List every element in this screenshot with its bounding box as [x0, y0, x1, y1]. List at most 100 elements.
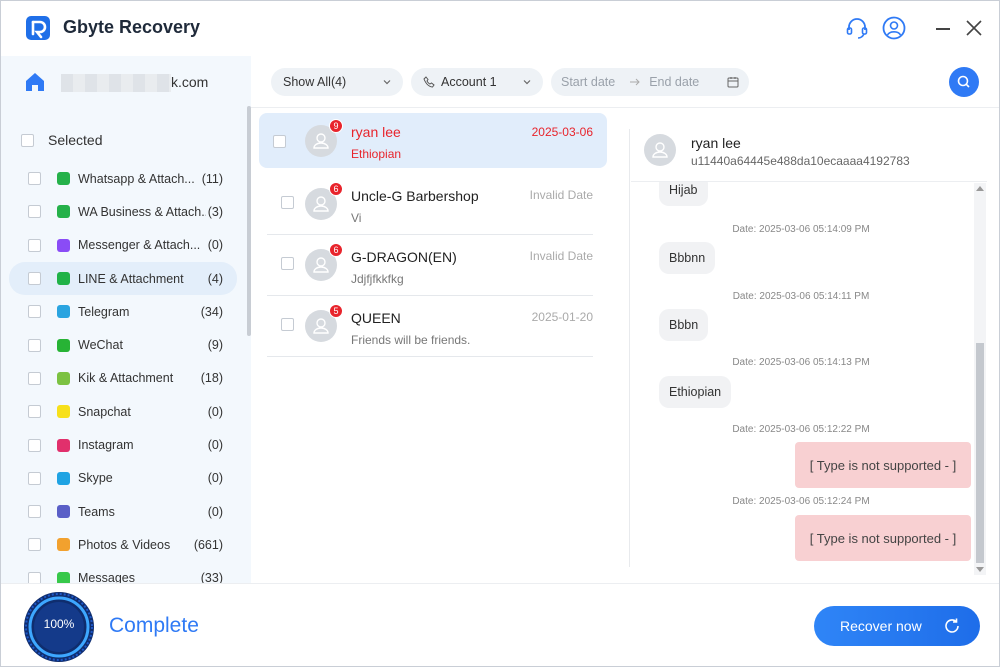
message-date: Date: 2025-03-06 05:14:09 PM — [732, 224, 870, 235]
item-checkbox[interactable] — [28, 272, 41, 286]
wechat-icon — [57, 338, 70, 352]
recover-now-button[interactable]: Recover now — [814, 606, 980, 646]
sidebar-item-label: Instagram — [78, 438, 134, 453]
sidebar-item-count: (11) — [201, 171, 223, 186]
item-checkbox[interactable] — [28, 338, 41, 352]
item-checkbox[interactable] — [28, 471, 41, 485]
show-all-dropdown[interactable]: Show All(4) — [271, 68, 403, 96]
sidebar-scrollbar[interactable] — [247, 106, 251, 336]
sidebar-item-messages[interactable]: Messages (33) — [9, 562, 237, 583]
chat-row[interactable]: 6 Uncle-G Barbershop Vi Invalid Date — [267, 174, 593, 235]
calendar-icon[interactable] — [727, 76, 739, 88]
sidebar-item-label: Skype — [78, 471, 113, 486]
chat-row[interactable]: 5 QUEEN Friends will be friends. 2025-01… — [267, 296, 593, 357]
sidebar-item-photos[interactable]: Photos & Videos (661) — [9, 528, 237, 561]
sidebar-item-label: Photos & Videos — [78, 537, 171, 552]
sidebar-item-label: Telegram — [78, 304, 130, 319]
avatar — [644, 134, 676, 166]
message-date: Date: 2025-03-06 05:12:24 PM — [732, 496, 870, 507]
sidebar-item-label: Messenger & Attach... — [78, 238, 201, 253]
scan-status: Complete — [109, 614, 199, 637]
item-checkbox[interactable] — [28, 571, 41, 583]
item-checkbox[interactable] — [28, 538, 41, 552]
chat-name: G-DRAGON(EN) — [351, 249, 457, 265]
sidebar-item-line[interactable]: LINE & Attachment (4) — [9, 261, 237, 296]
date-range-picker[interactable]: Start date End date — [551, 68, 749, 96]
item-checkbox[interactable] — [28, 305, 41, 319]
chat-checkbox[interactable] — [273, 135, 286, 148]
unread-badge: 6 — [329, 182, 343, 196]
item-checkbox[interactable] — [28, 238, 41, 252]
message-bubble-in: Ethiopian — [659, 376, 732, 408]
item-checkbox[interactable] — [28, 505, 41, 519]
snapchat-icon — [57, 405, 70, 419]
pane-divider — [629, 129, 630, 567]
sidebar-item-wa-business[interactable]: WA Business & Attach... (3) — [9, 195, 237, 228]
item-checkbox[interactable] — [28, 172, 41, 186]
search-icon — [957, 75, 970, 88]
sidebar-item-instagram[interactable]: Instagram (0) — [9, 428, 237, 461]
close-icon[interactable] — [963, 17, 985, 39]
category-list: Whatsapp & Attach... (11) WA Business & A… — [9, 162, 237, 583]
chat-row[interactable]: 9 ryan lee Ethiopian 2025-03-06 — [259, 113, 607, 168]
sidebar-item-count: (0) — [207, 404, 223, 419]
account-label: Account 1 — [441, 75, 497, 89]
photos-icon — [57, 538, 70, 552]
kik-icon — [57, 371, 70, 385]
account-dropdown[interactable]: Account 1 — [411, 68, 543, 96]
chat-checkbox[interactable] — [281, 257, 294, 270]
chat-name: Uncle-G Barbershop — [351, 188, 479, 204]
select-all-checkbox[interactable] — [21, 133, 34, 147]
scroll-down-icon[interactable] — [976, 567, 984, 573]
start-date-input[interactable]: Start date — [561, 75, 615, 89]
sidebar-item-skype[interactable]: Skype (0) — [9, 462, 237, 495]
sidebar-item-label: Snapchat — [78, 404, 131, 419]
chat-checkbox[interactable] — [281, 196, 294, 209]
sidebar-item-count: (0) — [207, 238, 223, 253]
home-icon[interactable] — [23, 70, 47, 94]
item-checkbox[interactable] — [28, 371, 41, 385]
sidebar: k.com Selected Whatsapp & Attach... (11) … — [1, 56, 251, 583]
item-checkbox[interactable] — [28, 205, 41, 219]
minimize-button[interactable] — [933, 17, 953, 39]
sidebar-item-kik[interactable]: Kik & Attachment (18) — [9, 362, 237, 395]
app-window: Gbyte Recovery k.com Selected Whatsapp &… — [0, 0, 1000, 667]
sidebar-item-label: Whatsapp & Attach... — [78, 171, 195, 186]
messages-icon — [57, 571, 70, 583]
chat-row[interactable]: 6 G-DRAGON(EN) Jdjfjfkkfkg Invalid Date — [267, 235, 593, 296]
search-button[interactable] — [949, 67, 979, 97]
message-thread[interactable]: Hijab Date: 2025-03-06 05:14:09 PM Bbbnn… — [631, 181, 987, 576]
sidebar-item-wechat[interactable]: WeChat (9) — [9, 328, 237, 361]
sidebar-item-messenger[interactable]: Messenger & Attach... (0) — [9, 229, 237, 262]
sidebar-item-count: (0) — [207, 471, 223, 486]
user-account-icon[interactable] — [881, 15, 907, 41]
select-all-row[interactable]: Selected — [21, 130, 102, 150]
end-date-input[interactable]: End date — [649, 75, 699, 89]
sidebar-item-count: (34) — [200, 304, 223, 319]
sidebar-item-telegram[interactable]: Telegram (34) — [9, 295, 237, 328]
sidebar-item-label: WeChat — [78, 338, 123, 353]
sidebar-item-label: Teams — [78, 504, 115, 519]
sidebar-item-snapchat[interactable]: Snapchat (0) — [9, 395, 237, 428]
message-bubble-in: Hijab — [659, 182, 708, 206]
messenger-icon — [57, 238, 70, 252]
chat-preview: Ethiopian — [351, 147, 402, 161]
scroll-up-icon[interactable] — [976, 185, 984, 191]
sidebar-item-teams[interactable]: Teams (0) — [9, 495, 237, 528]
sidebar-item-whatsapp[interactable]: Whatsapp & Attach... (11) — [9, 162, 237, 195]
refresh-icon — [945, 618, 959, 633]
chat-checkbox[interactable] — [281, 318, 294, 331]
sidebar-item-count: (18) — [200, 371, 223, 386]
chat-date: 2025-01-20 — [531, 310, 593, 324]
item-checkbox[interactable] — [28, 438, 41, 452]
conversation-name: ryan lee — [691, 135, 741, 151]
thread-scroll-thumb[interactable] — [976, 343, 984, 563]
sidebar-item-count: (9) — [207, 338, 223, 353]
recover-label: Recover now — [840, 618, 922, 634]
conversation-id: u11440a64445e488da10ecaaaa4192783 — [691, 154, 910, 168]
sidebar-item-label: Messages — [78, 571, 135, 583]
item-checkbox[interactable] — [28, 405, 41, 419]
account-email: k.com — [171, 74, 209, 90]
headset-icon[interactable] — [844, 15, 870, 41]
telegram-icon — [57, 305, 70, 319]
